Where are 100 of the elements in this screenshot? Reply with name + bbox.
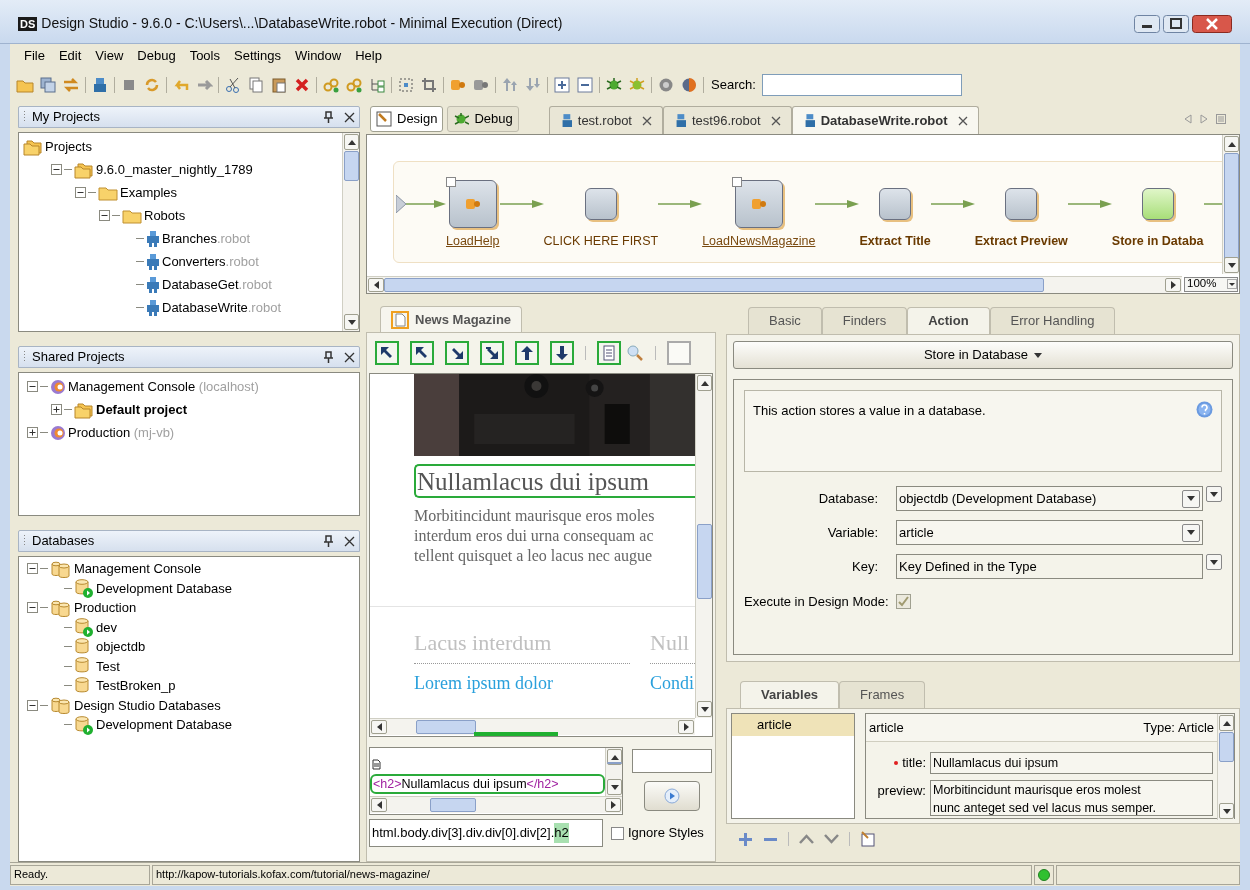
menu-item[interactable]: View bbox=[89, 46, 130, 66]
mode-tab[interactable]: Debug bbox=[447, 106, 519, 132]
checkbox[interactable] bbox=[611, 826, 624, 840]
link-icon[interactable] bbox=[322, 76, 340, 94]
right-arrow-icon[interactable] bbox=[1200, 114, 1208, 124]
scrollbar[interactable] bbox=[370, 796, 622, 813]
tree-item[interactable]: Management Console bbox=[74, 559, 202, 579]
dropdown[interactable]: article bbox=[896, 520, 1203, 545]
group-step-node[interactable] bbox=[448, 180, 497, 228]
tree-item[interactable]: Production bbox=[74, 598, 137, 618]
tree-item[interactable]: Development Database bbox=[96, 715, 232, 735]
menu-item[interactable]: Debug bbox=[131, 46, 182, 66]
disk-stack-icon[interactable] bbox=[39, 76, 57, 94]
edit-icon[interactable] bbox=[860, 831, 876, 847]
refresh-icon[interactable] bbox=[143, 76, 161, 94]
cut-icon[interactable] bbox=[224, 76, 242, 94]
tree-item[interactable]: TestBroken_p bbox=[96, 676, 176, 696]
file-tab[interactable]: DatabaseWrite.robot bbox=[791, 106, 979, 134]
scrollbar[interactable] bbox=[342, 133, 359, 331]
menu-item[interactable]: Edit bbox=[52, 46, 88, 66]
variable-item[interactable]: article bbox=[732, 714, 854, 736]
input-field[interactable]: Nullamlacus dui ipsum bbox=[930, 752, 1213, 774]
tree-item[interactable]: dev bbox=[96, 617, 117, 637]
expand-toggle-icon[interactable] bbox=[27, 427, 38, 438]
tree-icon[interactable] bbox=[368, 76, 386, 94]
tab[interactable]: Frames bbox=[839, 681, 926, 708]
tab[interactable]: Action bbox=[907, 307, 990, 334]
up-arrows-icon[interactable] bbox=[501, 76, 519, 94]
scrollbar[interactable] bbox=[1217, 714, 1234, 820]
pin-icon[interactable] bbox=[323, 351, 334, 363]
pin-icon[interactable] bbox=[323, 535, 334, 547]
collapse-toggle-icon[interactable] bbox=[27, 699, 38, 711]
move-up-icon[interactable] bbox=[799, 834, 814, 844]
collapse-toggle-icon[interactable] bbox=[51, 164, 62, 175]
source-line[interactable]: <h2>Nullamlacus dui ipsum</h2> bbox=[370, 774, 605, 794]
robot-icon[interactable] bbox=[91, 76, 109, 94]
group-step-node[interactable] bbox=[734, 180, 783, 228]
scrollbar[interactable] bbox=[605, 748, 622, 796]
move-down-icon[interactable] bbox=[824, 834, 839, 844]
scrollbar[interactable] bbox=[367, 275, 1182, 293]
tree-item[interactable]: DatabaseWrite.robot bbox=[162, 297, 281, 318]
scrollbar[interactable] bbox=[1222, 135, 1239, 274]
step-node[interactable] bbox=[584, 188, 617, 220]
tree-item[interactable]: Development Database bbox=[96, 578, 232, 598]
value-field[interactable] bbox=[632, 749, 712, 773]
browser-tab[interactable]: News Magazine bbox=[380, 306, 523, 332]
help-icon[interactable] bbox=[1196, 401, 1213, 418]
expand-marker-icon[interactable] bbox=[731, 177, 742, 187]
tree-item[interactable]: objectdb bbox=[96, 637, 146, 657]
step-node[interactable] bbox=[879, 188, 912, 220]
tree-item[interactable]: 9.6.0_master_nightly_1789 bbox=[96, 159, 253, 180]
tree-item[interactable]: DatabaseGet.robot bbox=[162, 274, 272, 295]
close-icon[interactable] bbox=[344, 111, 355, 123]
frame-icon[interactable] bbox=[667, 341, 691, 365]
menu-item[interactable]: Tools bbox=[183, 46, 226, 66]
minimize-icon[interactable] bbox=[1134, 14, 1160, 33]
step-node[interactable] bbox=[1141, 188, 1174, 220]
input-field[interactable]: Key Defined in the Type bbox=[896, 554, 1203, 579]
tab[interactable]: Variables bbox=[740, 681, 840, 708]
magnifier-icon[interactable] bbox=[626, 344, 644, 362]
crop-icon[interactable] bbox=[420, 76, 438, 94]
link-icon[interactable] bbox=[345, 76, 363, 94]
scrollbar[interactable] bbox=[370, 718, 695, 735]
tab[interactable]: Basic bbox=[748, 307, 822, 334]
tree-item[interactable]: Production (mj-vb) bbox=[68, 422, 175, 443]
add-icon[interactable] bbox=[738, 831, 753, 847]
menu-item[interactable]: Help bbox=[349, 46, 388, 66]
collapse-toggle-icon[interactable] bbox=[75, 187, 86, 198]
swap-arrows-icon[interactable] bbox=[62, 76, 80, 94]
tree-item[interactable]: Converters.robot bbox=[162, 251, 259, 272]
delete-icon[interactable] bbox=[293, 76, 311, 94]
list-icon[interactable] bbox=[1216, 114, 1226, 124]
tree-item[interactable]: Design Studio Databases bbox=[74, 695, 221, 715]
collapse-toggle-icon[interactable] bbox=[27, 563, 38, 575]
close-icon[interactable] bbox=[642, 115, 652, 126]
tree-item[interactable]: Test bbox=[96, 656, 120, 676]
paste-icon[interactable] bbox=[270, 76, 288, 94]
expand-toggle-icon[interactable] bbox=[51, 404, 62, 415]
tree-item[interactable]: Branches.robot bbox=[162, 228, 251, 249]
close-icon[interactable] bbox=[770, 115, 781, 126]
tab[interactable]: Finders bbox=[821, 307, 908, 334]
zoom-dropdown[interactable]: 100% bbox=[1184, 276, 1238, 292]
input-field[interactable]: Morbitincidunt maurisque eros molest nunc anteget sed vel lacus mus semper. bbox=[930, 780, 1213, 816]
close-icon[interactable] bbox=[344, 535, 355, 547]
plus-box-icon[interactable] bbox=[553, 76, 571, 94]
menu-item[interactable]: File bbox=[18, 46, 51, 66]
copy-icon[interactable] bbox=[247, 76, 265, 94]
close-icon[interactable] bbox=[1192, 14, 1232, 33]
tree-item[interactable]: Examples bbox=[120, 182, 178, 203]
path-field[interactable]: html.body.div[3].div.div[0].div[2].h2 bbox=[369, 819, 603, 847]
tree-item[interactable]: Robots bbox=[144, 205, 186, 226]
menu-item[interactable]: Settings bbox=[228, 46, 287, 66]
expand-marker-icon[interactable] bbox=[445, 177, 456, 187]
dropdown-button[interactable] bbox=[1206, 486, 1222, 502]
left-arrow-icon[interactable] bbox=[1184, 114, 1192, 124]
heading-highlight[interactable]: Nullamlacus dui ipsum bbox=[414, 464, 695, 498]
step-node[interactable] bbox=[1005, 188, 1038, 220]
dropdown[interactable]: objectdb (Development Database) bbox=[896, 486, 1203, 511]
pin-icon[interactable] bbox=[323, 111, 334, 123]
tab[interactable]: Error Handling bbox=[989, 307, 1116, 334]
